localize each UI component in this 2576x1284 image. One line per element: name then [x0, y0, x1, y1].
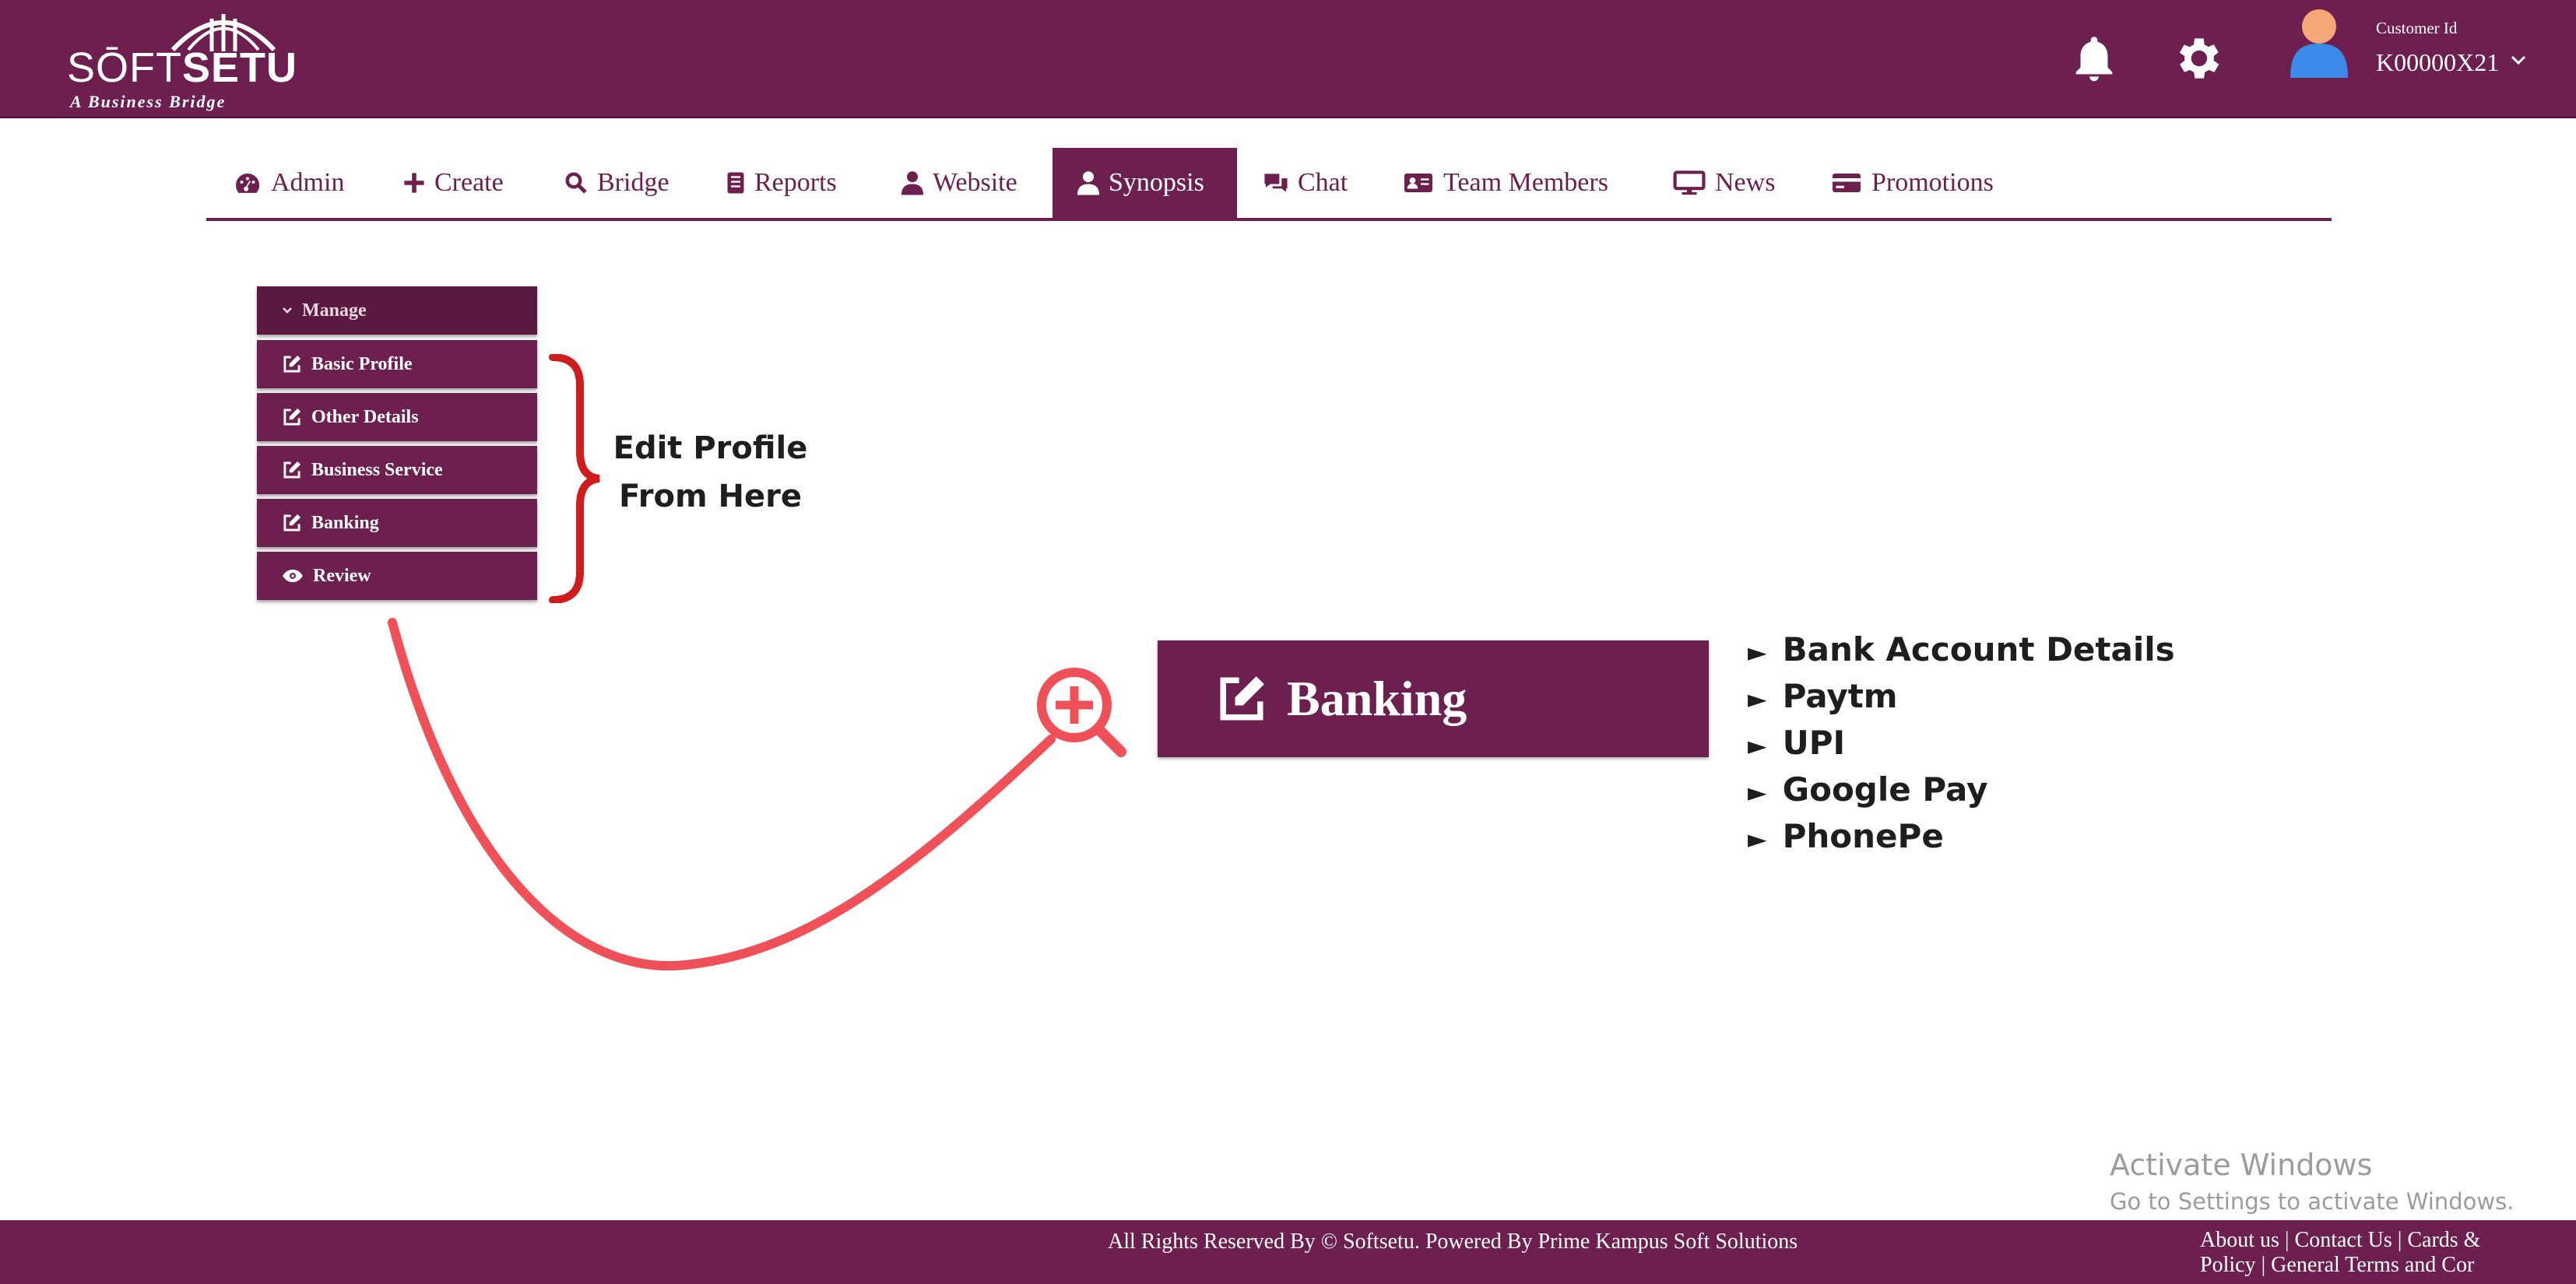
- about-us-link[interactable]: About us: [2200, 1228, 2279, 1252]
- chevron-down-icon[interactable]: [2510, 54, 2527, 65]
- edit-icon: [283, 461, 301, 479]
- chat-icon: [1264, 174, 1288, 192]
- credit-card-icon: [1833, 174, 1861, 192]
- bullet-arrow-icon: ►: [1748, 777, 1767, 807]
- search-icon: [565, 172, 587, 194]
- chevron-down-icon: [283, 307, 292, 314]
- softsetu-logo[interactable]: SŌFTSETU A Business Bridge: [64, 3, 297, 112]
- tab-label: Team Members: [1443, 168, 1608, 197]
- tab-label: Admin: [271, 168, 345, 197]
- footer-links-row1: About us | Contact Us | Cards &: [2200, 1228, 2480, 1253]
- tab-label: Website: [933, 168, 1017, 197]
- footer-separator: |: [2397, 1228, 2402, 1252]
- tab-label: Create: [434, 168, 504, 197]
- banking-zoomed-button[interactable]: Banking: [1158, 640, 1709, 757]
- eye-icon: [283, 569, 303, 583]
- top-header: SŌFTSETU A Business Bridge Customer Id K…: [0, 0, 2576, 118]
- gear-icon[interactable]: [2170, 31, 2224, 86]
- footer-copyright: All Rights Reserved By © Softsetu. Power…: [1108, 1230, 1798, 1254]
- curved-pointer-arrow: [388, 618, 1056, 971]
- list-item: ► PhonePe: [1748, 817, 1944, 855]
- bell-icon[interactable]: [2067, 31, 2121, 86]
- tab-admin[interactable]: Admin: [234, 148, 344, 218]
- edit-icon: [283, 355, 301, 373]
- tab-chat[interactable]: Chat: [1263, 148, 1348, 218]
- tab-label: Chat: [1298, 168, 1348, 197]
- customer-id-label: Customer Id: [2376, 19, 2458, 37]
- edit-profile-note: Edit Profile From Here: [599, 424, 821, 521]
- edit-icon: [1220, 676, 1264, 721]
- user-icon: [1077, 171, 1099, 195]
- footer-separator: |: [2261, 1253, 2266, 1277]
- edit-icon: [283, 408, 301, 426]
- tab-label: News: [1715, 168, 1776, 197]
- dashboard-icon: [236, 173, 260, 193]
- manage-menu-header[interactable]: Manage: [257, 286, 537, 335]
- bullet-arrow-icon: ►: [1748, 637, 1767, 667]
- menu-header-label: Manage: [302, 300, 367, 321]
- tab-label: Promotions: [1871, 168, 1994, 197]
- menu-item-other-details[interactable]: Other Details: [257, 393, 537, 441]
- brace-annotation: [549, 354, 600, 603]
- footer-separator: |: [2284, 1228, 2290, 1252]
- id-card-icon: [1404, 174, 1432, 192]
- logo-tagline: A Business Bridge: [70, 92, 227, 111]
- edit-icon: [283, 514, 301, 531]
- tab-create[interactable]: Create: [403, 148, 504, 218]
- menu-item-basic-profile[interactable]: Basic Profile: [257, 340, 537, 388]
- menu-item-label: Business Service: [311, 459, 443, 480]
- tab-label: Synopsis: [1109, 168, 1204, 197]
- tab-reports[interactable]: Reports: [726, 148, 837, 218]
- menu-item-label: Review: [313, 565, 371, 586]
- report-icon: [727, 172, 744, 194]
- footer-links-row2: Policy | General Terms and Cor: [2200, 1253, 2474, 1278]
- monitor-icon: [1673, 170, 1706, 195]
- menu-item-label: Banking: [311, 512, 379, 533]
- bullet-arrow-icon: ►: [1748, 684, 1767, 714]
- tab-news[interactable]: News: [1673, 148, 1775, 218]
- tab-team-members[interactable]: Team Members: [1403, 148, 1608, 218]
- contact-us-link[interactable]: Contact Us: [2295, 1228, 2392, 1252]
- menu-item-business-service[interactable]: Business Service: [257, 446, 537, 494]
- customer-id-value[interactable]: K00000X21: [2376, 48, 2499, 77]
- tab-website[interactable]: Website: [901, 148, 1017, 218]
- tab-label: Reports: [754, 168, 837, 197]
- cards-link[interactable]: Cards &: [2407, 1228, 2480, 1252]
- list-item: ► UPI: [1748, 724, 1846, 762]
- plus-icon: [404, 173, 424, 193]
- activate-windows-subtitle: Go to Settings to activate Windows.: [2110, 1188, 2514, 1215]
- list-item: ► Paytm: [1748, 677, 1898, 715]
- logo-wordmark: SŌFTSETU: [67, 44, 298, 91]
- tab-label: Bridge: [597, 168, 669, 197]
- zoom-in-icon: [1037, 668, 1126, 757]
- bullet-arrow-icon: ►: [1748, 824, 1767, 854]
- tab-bridge[interactable]: Bridge: [564, 148, 669, 218]
- activate-windows-title: Activate Windows: [2110, 1148, 2373, 1182]
- menu-item-banking[interactable]: Banking: [257, 499, 537, 547]
- tab-promotions[interactable]: Promotions: [1831, 148, 1994, 218]
- general-terms-link[interactable]: General Terms and Cor: [2271, 1253, 2474, 1277]
- bullet-arrow-icon: ►: [1748, 731, 1767, 760]
- user-icon: [901, 171, 923, 195]
- menu-item-label: Other Details: [311, 406, 419, 427]
- tab-synopsis[interactable]: Synopsis: [1053, 148, 1237, 218]
- edit-note-line2: From Here: [618, 479, 803, 514]
- avatar[interactable]: [2287, 6, 2351, 78]
- menu-item-review[interactable]: Review: [257, 552, 537, 600]
- policy-link[interactable]: Policy: [2200, 1253, 2256, 1277]
- list-item: ► Bank Account Details: [1748, 630, 2175, 668]
- main-nav: Admin Create Bridge Reports Website Syno…: [206, 148, 2332, 221]
- page-footer: All Rights Reserved By © Softsetu. Power…: [0, 1220, 2576, 1284]
- edit-note-line1: Edit Profile: [613, 430, 808, 466]
- list-item: ► Google Pay: [1748, 770, 1988, 809]
- banking-zoomed-label: Banking: [1287, 671, 1467, 726]
- menu-item-label: Basic Profile: [311, 353, 413, 374]
